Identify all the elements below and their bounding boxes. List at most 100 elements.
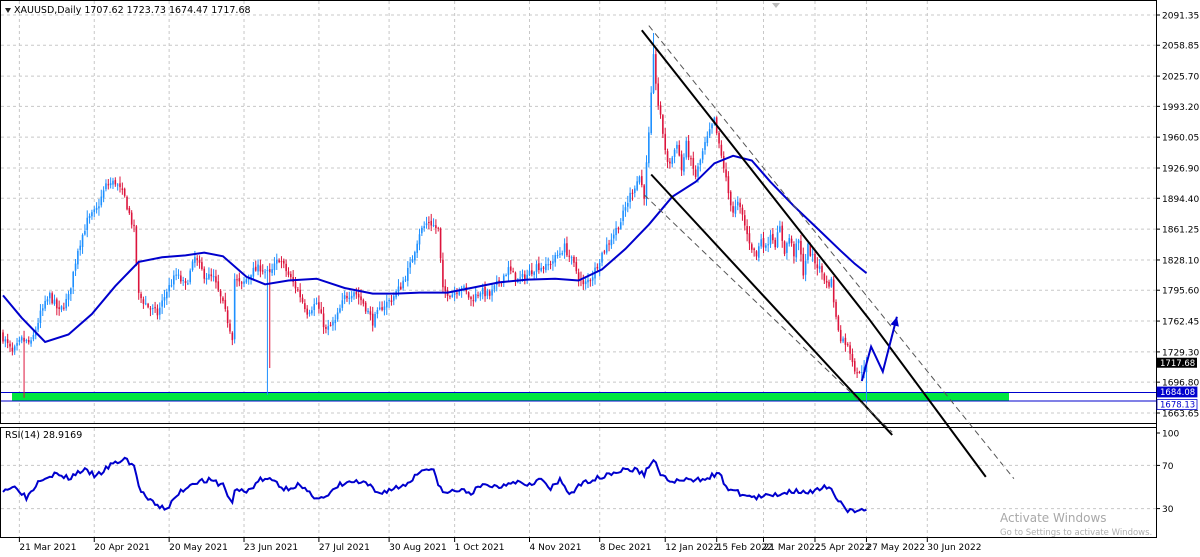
candle-body [437,227,440,229]
candle-body [837,316,840,331]
candle-body [158,307,161,315]
candle-body [177,274,180,276]
candle-body [294,281,297,289]
candle-body [783,241,786,254]
candle-body [823,273,826,281]
time-tick-label: 1 Oct 2021 [455,543,505,553]
candle-body [549,264,552,266]
scroll-marker-icon[interactable] [772,3,780,8]
candle-body [156,308,159,316]
candle-body [189,270,191,283]
candle-body [439,228,442,259]
candle-body [652,54,655,93]
candle-body [67,294,70,300]
candle-body [662,115,664,134]
candle-body [327,326,330,330]
candle-body [60,306,63,310]
candle-body [215,276,217,283]
candle-body [432,225,435,227]
candle-body [95,207,98,210]
candle-body [531,270,533,275]
candle-body [325,326,327,329]
candle-body [264,271,266,273]
candle-body [140,293,142,299]
price-tick-label: 1993.20 [1162,103,1199,113]
candle-body [339,308,341,313]
candle-body [194,257,196,263]
moving-average [2,154,868,344]
candle-body [407,267,409,281]
candle-body [86,217,89,231]
price-tick-label: 2058.85 [1162,42,1199,52]
candle-body [231,332,234,341]
candle-body [685,140,688,158]
candle-body [479,293,482,297]
time-tick-label: 4 Nov 2021 [530,543,582,553]
candle-body [762,238,765,248]
candle-body [154,307,156,309]
candle-body [236,279,238,281]
candle-body [793,244,795,257]
candle-body [573,256,575,263]
candle-body [128,208,131,214]
candle-body [687,140,690,158]
candle-body [624,207,627,211]
candle-body [739,202,741,208]
candle-body [32,334,35,340]
candle-body [540,267,542,271]
candle-body [849,345,851,354]
candle-body [222,297,224,301]
time-axis: 21 Mar 2021 20 Apr 2021 20 May 2021 23 Jun … [18,538,981,553]
candle-body [591,277,594,281]
candle-body [664,134,667,151]
candle-body [63,307,65,309]
candle-body [729,191,732,206]
candle-body [88,215,91,218]
candle-body [266,269,269,272]
candle-body [381,307,383,310]
candle-body [329,324,332,326]
candle-body [81,234,84,247]
candle-body [25,340,28,342]
time-tick-label: 30 Jun 2022 [927,543,981,553]
collapse-triangle-icon[interactable] [5,8,11,13]
candle-body [44,301,46,309]
candle-body [360,296,362,301]
candle-body [418,234,421,245]
price-tick-label: 1960.05 [1162,134,1199,144]
candle-body [421,227,423,234]
candle-body [559,253,561,255]
candle-body [760,239,762,247]
candle-body [734,206,737,214]
candle-body [811,254,814,256]
candle-body [20,337,23,341]
candle-body [58,307,60,309]
candle-body [818,266,821,270]
candle-body [816,264,819,269]
candle-body [198,260,201,263]
candle-body [79,245,82,251]
candle-body [350,295,353,299]
candle-body [107,184,110,186]
candle-body [706,136,709,143]
candle-body [486,290,489,296]
candle-body [400,286,402,290]
candle-body [474,293,477,301]
candle-body [385,301,388,308]
candle-body [304,303,306,310]
candle-body [93,209,96,213]
candle-body [772,233,774,241]
main-pane-frame [0,0,1157,424]
candle-body [135,226,138,264]
candle-body [673,149,676,157]
candle-body [704,142,706,150]
price-tick-label: 2091.35 [1162,12,1199,22]
candle-body [617,227,620,230]
chart-canvas[interactable]: 100 70 30 2091.35 2058.85 2025.70 1993.20 1960… [0,0,1200,553]
candle-body [243,281,245,284]
candle-body [182,279,184,281]
candle-body [846,344,849,346]
candle-body [690,158,692,160]
candle-body [100,196,103,206]
candle-body [718,132,720,144]
